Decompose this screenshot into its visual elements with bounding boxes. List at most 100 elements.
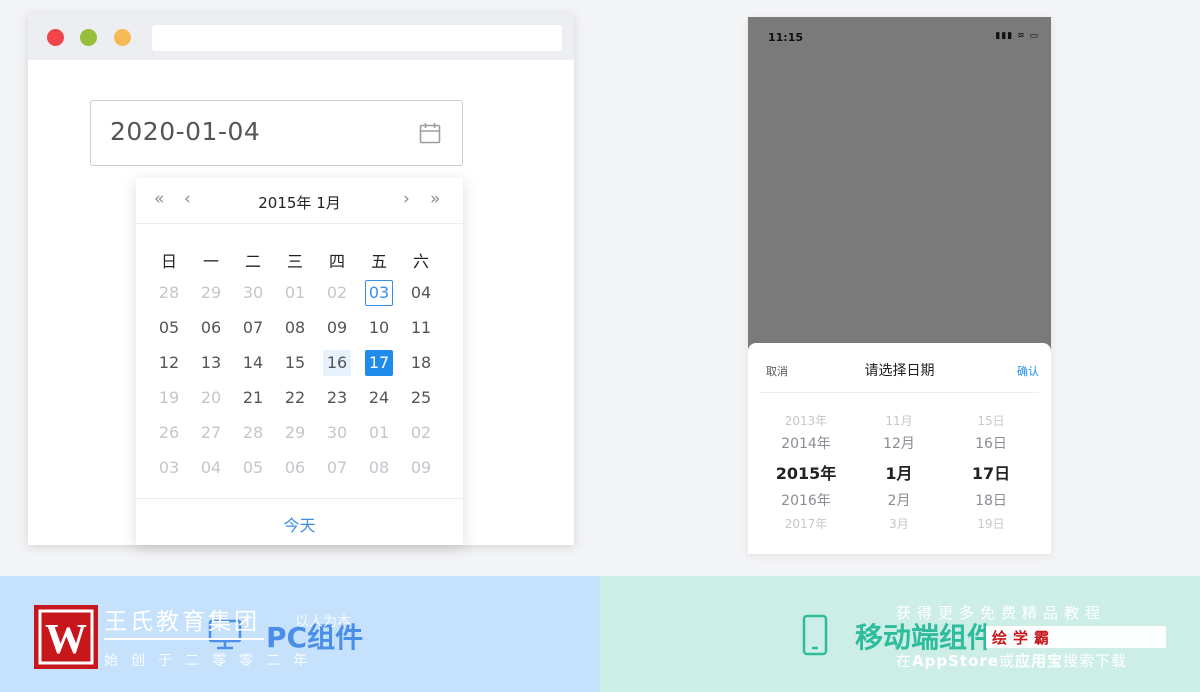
calendar-day[interactable]: 09 <box>323 315 351 341</box>
calendar-day[interactable]: 05 <box>155 315 183 341</box>
calendar-day[interactable]: 23 <box>323 385 351 411</box>
download-suffix: 搜索下载 <box>1062 652 1127 670</box>
watermark-brand: 王氏教育集团 <box>104 609 260 635</box>
calendar-popup: « ‹ 2015年 1月 › » 日 一 二 三 四 五 六 28 29 30 01 02 03 04 05… <box>136 178 463 545</box>
calendar-day[interactable]: 03 <box>155 455 183 481</box>
calendar-day[interactable]: 03 <box>365 280 393 306</box>
calendar-day[interactable]: 29 <box>197 280 225 306</box>
watermark-motto: 以人为本 <box>295 614 351 630</box>
download-prefix: 在 <box>896 652 913 670</box>
calendar-day[interactable]: 18 <box>407 350 435 376</box>
confirm-button[interactable]: 确认 <box>1017 363 1039 379</box>
calendar-day[interactable]: 25 <box>407 385 435 411</box>
month-wheel[interactable]: 11月 12月 1月 2月 3月 <box>854 409 944 534</box>
calendar-day[interactable]: 28 <box>155 280 183 306</box>
calendar-day[interactable]: 20 <box>197 385 225 411</box>
watermark-founded: 始创于二零零二年 <box>104 653 320 669</box>
weekday-header: 日 <box>160 252 177 271</box>
weekday-header: 四 <box>328 252 345 271</box>
calendar-day[interactable]: 11 <box>407 315 435 341</box>
download-store-2: 应用宝 <box>1014 652 1063 670</box>
day-option: 18日 <box>975 493 1007 509</box>
download-or: 或 <box>998 652 1015 670</box>
calendar-day[interactable]: 19 <box>155 385 183 411</box>
watermark-download: 在AppStore或应用宝搜索下载 <box>896 650 1127 671</box>
calendar-day[interactable]: 29 <box>281 420 309 446</box>
calendar-day[interactable]: 04 <box>197 455 225 481</box>
calendar-day[interactable]: 15 <box>281 350 309 376</box>
calendar-day[interactable]: 02 <box>407 420 435 446</box>
month-option: 3月 <box>889 517 909 531</box>
month-option: 2月 <box>887 493 911 509</box>
month-option: 11月 <box>885 414 913 428</box>
minimize-window-dot[interactable] <box>80 29 97 46</box>
calendar-day[interactable]: 17 <box>365 350 393 376</box>
calendar-day[interactable]: 08 <box>281 315 309 341</box>
maximize-window-dot[interactable] <box>114 29 131 46</box>
calendar-day[interactable]: 30 <box>323 420 351 446</box>
date-picker-sheet: 取消 请选择日期 确认 2013年 2014年 2015年 2016年 2017… <box>748 343 1051 554</box>
calendar-day[interactable]: 10 <box>365 315 393 341</box>
watermark-badge: 绘学霸 <box>992 629 1056 647</box>
day-option-selected: 17日 <box>971 464 1011 483</box>
w-logo-icon: W <box>38 609 94 665</box>
month-option: 12月 <box>883 436 915 452</box>
calendar-day[interactable]: 01 <box>281 280 309 306</box>
address-bar[interactable] <box>152 25 562 51</box>
calendar-day[interactable]: 07 <box>323 455 351 481</box>
watermark-divider <box>104 638 264 640</box>
calendar-day[interactable]: 21 <box>239 385 267 411</box>
date-input[interactable]: 2020-01-04 <box>90 100 463 166</box>
year-wheel[interactable]: 2013年 2014年 2015年 2016年 2017年 <box>761 409 851 534</box>
calendar-day[interactable]: 09 <box>407 455 435 481</box>
next-year-button[interactable]: » <box>430 189 440 209</box>
calendar-day[interactable]: 13 <box>197 350 225 376</box>
weekday-header: 六 <box>412 252 429 271</box>
calendar-day[interactable]: 28 <box>239 420 267 446</box>
year-option: 2016年 <box>781 493 831 509</box>
brand-logo: W <box>34 605 98 669</box>
calendar-day[interactable]: 27 <box>197 420 225 446</box>
calendar-day[interactable]: 06 <box>281 455 309 481</box>
status-time: 11:15 <box>768 31 804 44</box>
calendar-day[interactable]: 01 <box>365 420 393 446</box>
year-option-selected: 2015年 <box>775 464 837 483</box>
calendar-day[interactable]: 07 <box>239 315 267 341</box>
calendar-day[interactable]: 26 <box>155 420 183 446</box>
today-button[interactable]: 今天 <box>136 512 463 536</box>
calendar-day[interactable]: 30 <box>239 280 267 306</box>
browser-title-bar <box>28 14 574 60</box>
calendar-day[interactable]: 05 <box>239 455 267 481</box>
day-option: 15日 <box>977 414 1005 428</box>
sheet-header: 取消 请选择日期 确认 <box>760 343 1039 393</box>
calendar-day[interactable]: 08 <box>365 455 393 481</box>
calendar-icon[interactable] <box>419 122 441 144</box>
watermark-promo: 获得更多免费精品教程 <box>896 604 1107 622</box>
calendar-day[interactable]: 14 <box>239 350 267 376</box>
calendar-day[interactable]: 16 <box>323 350 351 376</box>
calendar-footer: 今天 <box>136 498 463 545</box>
next-month-button[interactable]: › <box>403 189 410 209</box>
download-store-1: AppStore <box>912 652 999 670</box>
calendar-day[interactable]: 22 <box>281 385 309 411</box>
day-wheel[interactable]: 15日 16日 17日 18日 19日 <box>946 409 1036 534</box>
calendar-day[interactable]: 04 <box>407 280 435 306</box>
sheet-title: 请选择日期 <box>864 363 935 379</box>
year-option: 2017年 <box>784 517 828 531</box>
calendar-day[interactable]: 24 <box>365 385 393 411</box>
close-window-dot[interactable] <box>47 29 64 46</box>
mobile-phone-icon <box>802 614 828 656</box>
day-option: 16日 <box>975 436 1007 452</box>
weekday-header: 二 <box>244 252 261 271</box>
weekday-header: 三 <box>286 252 303 271</box>
calendar-day[interactable]: 06 <box>197 315 225 341</box>
weekday-header: 五 <box>370 252 387 271</box>
calendar-day[interactable]: 02 <box>323 280 351 306</box>
calendar-header: « ‹ 2015年 1月 › » <box>136 178 463 224</box>
month-option-selected: 1月 <box>885 464 913 483</box>
day-option: 19日 <box>977 517 1005 531</box>
weekday-header: 一 <box>202 252 219 271</box>
phone-mockup: 11:15 ▮▮▮ ≋ ▭ 取消 请选择日期 确认 2013年 2014年 20… <box>748 17 1051 554</box>
year-option: 2013年 <box>784 414 828 428</box>
calendar-day[interactable]: 12 <box>155 350 183 376</box>
